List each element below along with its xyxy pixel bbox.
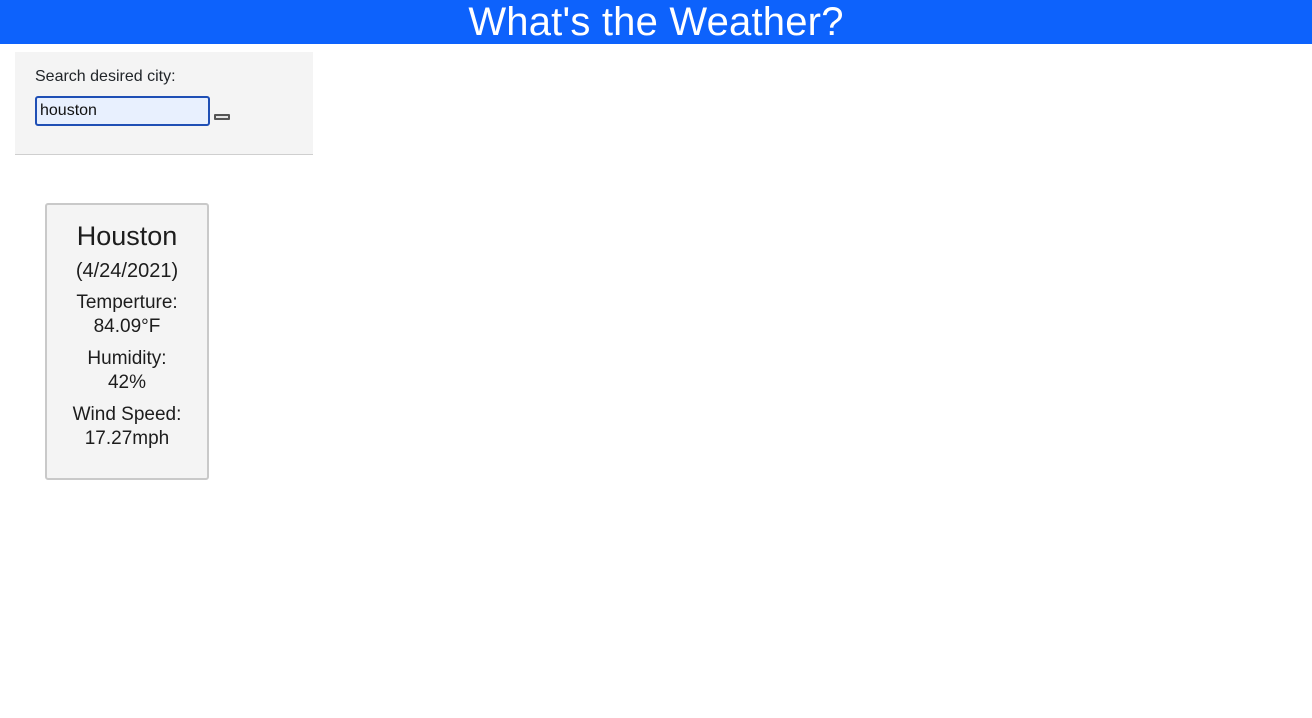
humidity-stat: Humidity: 42% [47,347,207,395]
humidity-value: 42% [107,372,147,393]
wind-speed-value: 17.27mph [84,428,170,449]
city-search-input[interactable] [35,96,210,126]
wind-speed-label: Wind Speed: [72,404,182,425]
search-panel: Search desired city: [15,52,313,155]
wind-speed-stat: Wind Speed: 17.27mph [47,403,207,451]
app-header: What's the Weather? [0,0,1312,44]
current-weather-card: Houston (4/24/2021) Temperture: 84.09°F … [45,203,209,480]
city-name: Houston [76,221,178,251]
search-label: Search desired city: [35,68,176,85]
search-button[interactable] [214,114,230,120]
temperature-label: Temperture: [76,292,178,313]
temperature-stat: Temperture: 84.09°F [47,291,207,339]
weather-date: (4/24/2021) [75,260,179,282]
humidity-label: Humidity: [87,348,167,369]
page-title: What's the Weather? [468,0,844,44]
temperature-value: 84.09°F [93,316,161,337]
